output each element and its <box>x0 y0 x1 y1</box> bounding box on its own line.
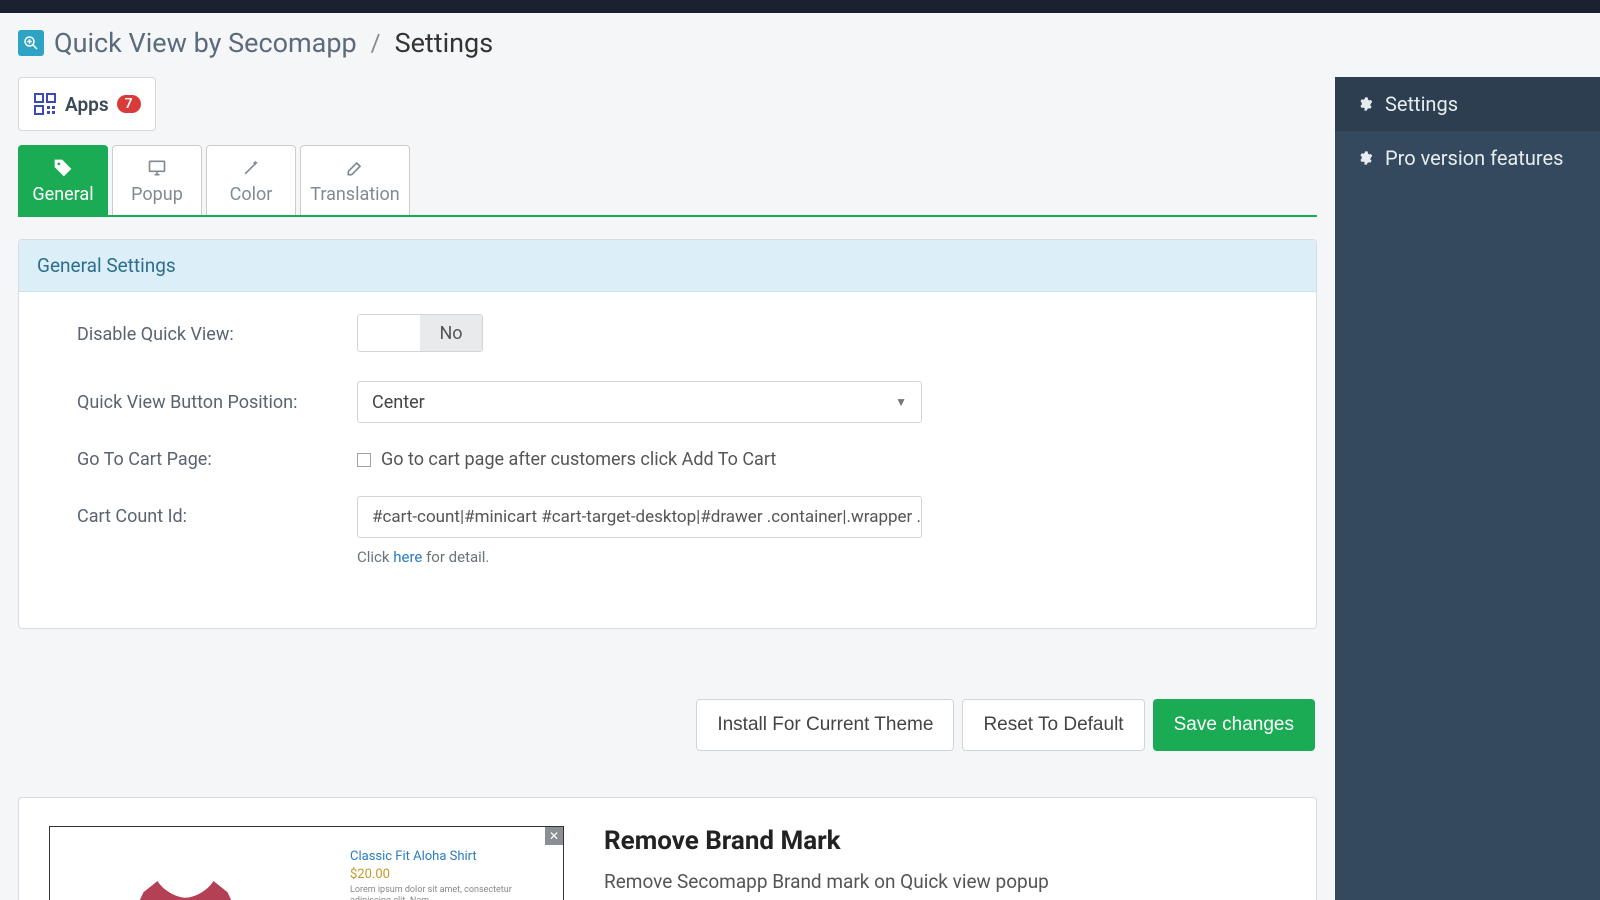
reset-default-button[interactable]: Reset To Default <box>962 699 1144 751</box>
app-logo-icon <box>18 30 44 56</box>
sidebar-settings-label: Settings <box>1385 92 1458 116</box>
cart-count-hint: Click here for detail. <box>357 548 1288 566</box>
apps-label: Apps <box>65 93 109 116</box>
panel-title: General Settings <box>19 240 1316 292</box>
goto-cart-check-label: Go to cart page after customers click Ad… <box>381 449 776 470</box>
disable-quickview-label: Disable Quick View: <box>47 324 357 345</box>
save-changes-button[interactable]: Save changes <box>1153 699 1315 751</box>
tabs: General Popup Color Translation <box>18 145 1317 217</box>
breadcrumb-app[interactable]: Quick View by Secomapp <box>54 27 357 59</box>
window-topbar <box>0 0 1600 13</box>
apps-button[interactable]: Apps 7 <box>18 77 156 131</box>
promo-panel: ✕ Classic Fit Aloha Shirt $20.00 Lorem i… <box>18 797 1317 900</box>
disable-quickview-toggle[interactable]: No <box>357 314 483 352</box>
apps-count-badge: 7 <box>117 95 141 113</box>
tab-popup[interactable]: Popup <box>112 145 202 215</box>
cart-count-id-input[interactable]: #cart-count|#minicart #cart-target-deskt… <box>357 496 922 538</box>
promo-title: Remove Brand Mark <box>604 826 1049 856</box>
breadcrumb-page: Settings <box>395 27 494 59</box>
sidebar-item-settings[interactable]: Settings <box>1335 77 1600 131</box>
toggle-yes-half <box>358 315 420 351</box>
promo-desc: Remove Secomapp Brand mark on Quick view… <box>604 870 1049 893</box>
button-position-value: Center <box>372 392 425 413</box>
close-icon: ✕ <box>545 827 563 845</box>
sidebar: Settings Pro version features <box>1335 77 1600 900</box>
general-settings-panel: General Settings Disable Quick View: No … <box>18 239 1317 629</box>
tag-icon <box>53 158 73 178</box>
shirt-icon <box>108 867 263 900</box>
promo-prod-price: $20.00 <box>350 867 390 882</box>
edit-icon <box>345 158 365 178</box>
main-column: Apps 7 General Popup Color Translation G… <box>0 77 1335 900</box>
gear-icon <box>1357 150 1373 166</box>
tab-popup-label: Popup <box>131 184 183 205</box>
hint-link[interactable]: here <box>393 548 422 566</box>
action-buttons: Install For Current Theme Reset To Defau… <box>18 699 1317 751</box>
promo-prod-title: Classic Fit Aloha Shirt <box>350 849 477 864</box>
apps-grid-icon <box>33 92 57 116</box>
tab-color-label: Color <box>230 184 273 205</box>
cart-count-id-label: Cart Count Id: <box>47 496 357 527</box>
promo-preview: ✕ Classic Fit Aloha Shirt $20.00 Lorem i… <box>49 826 564 900</box>
goto-cart-checkbox[interactable] <box>357 453 371 467</box>
button-position-label: Quick View Button Position: <box>47 392 357 413</box>
install-theme-button[interactable]: Install For Current Theme <box>696 699 954 751</box>
chevron-down-icon: ▼ <box>895 395 907 409</box>
toggle-no-half: No <box>420 315 482 351</box>
sidebar-pro-label: Pro version features <box>1385 146 1563 170</box>
button-position-select[interactable]: Center ▼ <box>357 381 922 423</box>
promo-prod-desc: Lorem ipsum dolor sit amet, consectetur … <box>350 885 530 900</box>
breadcrumb: Quick View by Secomapp / Settings <box>0 13 1600 77</box>
tab-translation-label: Translation <box>310 184 400 205</box>
sidebar-item-pro[interactable]: Pro version features <box>1335 131 1600 185</box>
gear-icon <box>1357 96 1373 112</box>
tab-color[interactable]: Color <box>206 145 296 215</box>
tab-general-label: General <box>32 184 93 205</box>
wand-icon <box>241 158 261 178</box>
breadcrumb-sep: / <box>371 29 381 57</box>
monitor-icon <box>147 158 167 178</box>
tab-translation[interactable]: Translation <box>300 145 410 215</box>
tab-general[interactable]: General <box>18 145 108 215</box>
goto-cart-label: Go To Cart Page: <box>47 449 357 470</box>
